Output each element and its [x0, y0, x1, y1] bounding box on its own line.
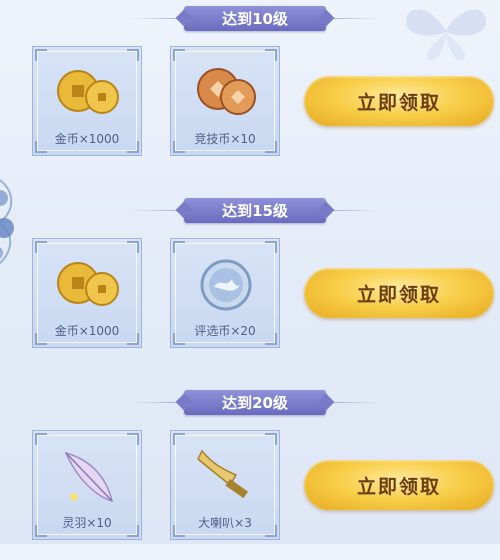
header-divider-right — [330, 210, 380, 211]
level-banner: 达到15级 — [184, 198, 326, 223]
header-divider-left — [130, 402, 180, 403]
level-banner: 达到20级 — [184, 390, 326, 415]
loudspeaker-icon — [197, 449, 249, 499]
reward-card[interactable]: 金币×1000 — [32, 238, 142, 348]
tier-10-section: 达到10级 金币×1000 竞技币×10 立即领取 — [0, 6, 500, 176]
header-divider-right — [330, 18, 380, 19]
gold-coins-icon — [57, 262, 119, 306]
reward-label: 金币×1000 — [54, 132, 120, 146]
level-banner: 达到10级 — [184, 6, 326, 31]
arena-coins-icon — [197, 68, 256, 115]
tier-15-section: 达到15级 金币×1000 评选币×20 立即领取 — [0, 198, 500, 368]
header-divider-left — [130, 18, 180, 19]
reward-label: 金币×1000 — [54, 324, 120, 338]
claim-button[interactable]: 立即领取 — [304, 268, 494, 318]
selection-coin-icon — [200, 259, 252, 311]
gold-coins-icon — [57, 70, 119, 114]
claim-button[interactable]: 立即领取 — [304, 76, 494, 126]
reward-label: 评选币×20 — [194, 324, 256, 338]
reward-label: 大喇叭×3 — [198, 516, 252, 530]
header-divider-right — [330, 402, 380, 403]
reward-label: 竞技币×10 — [194, 132, 256, 146]
reward-card[interactable]: 大喇叭×3 — [170, 430, 280, 540]
reward-card[interactable]: 评选币×20 — [170, 238, 280, 348]
header-divider-left — [130, 210, 180, 211]
claim-button[interactable]: 立即领取 — [304, 460, 494, 510]
spirit-feather-icon — [64, 451, 114, 503]
reward-card[interactable]: 灵羽×10 — [32, 430, 142, 540]
tier-20-section: 达到20级 灵羽×10 大喇叭×3 立即领取 — [0, 390, 500, 560]
reward-label: 灵羽×10 — [62, 516, 112, 530]
reward-card[interactable]: 竞技币×10 — [170, 46, 280, 156]
reward-card[interactable]: 金币×1000 — [32, 46, 142, 156]
